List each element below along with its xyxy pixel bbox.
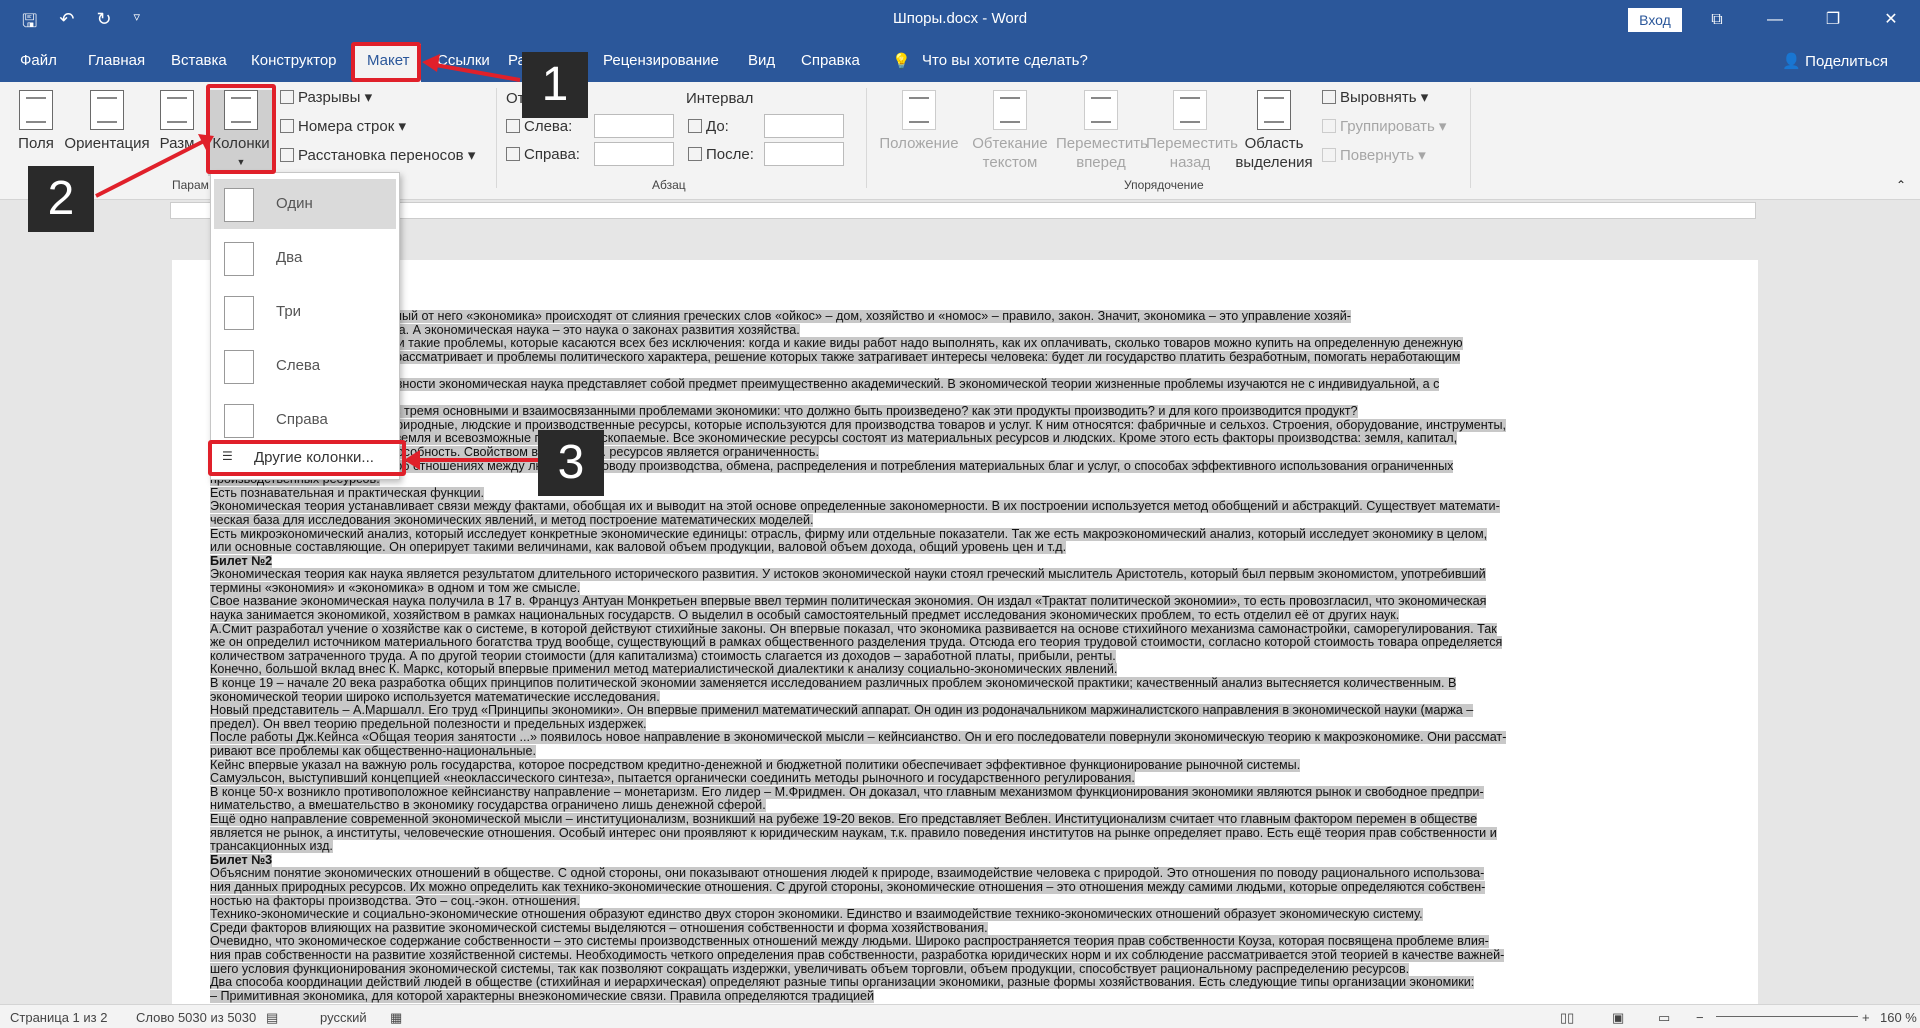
proofing-icon[interactable]: ▤	[266, 1010, 278, 1026]
language[interactable]: русский	[320, 1010, 367, 1025]
macro-icon[interactable]: ▦	[390, 1010, 402, 1026]
web-layout-icon[interactable]: ▭	[1658, 1010, 1670, 1026]
print-layout-icon[interactable]: ▣	[1612, 1010, 1624, 1026]
step-badge-1: 1	[522, 52, 588, 118]
status-bar: Страница 1 из 2 Слово 5030 из 5030 ▤ рус…	[0, 1004, 1920, 1028]
read-mode-icon[interactable]: ▯▯	[1560, 1010, 1574, 1026]
step-badge-3: 3	[538, 430, 604, 496]
zoom-in-icon[interactable]: +	[1862, 1010, 1870, 1025]
step-badge-2: 2	[28, 166, 94, 232]
zoom-out-icon[interactable]: −	[1696, 1010, 1704, 1025]
zoom-level[interactable]: 160 %	[1880, 1010, 1917, 1025]
zoom-slider[interactable]	[1716, 1016, 1858, 1017]
annotation-arrows	[95, 54, 540, 470]
word-count[interactable]: Слово 5030 из 5030	[136, 1010, 256, 1025]
page-count[interactable]: Страница 1 из 2	[10, 1010, 107, 1025]
